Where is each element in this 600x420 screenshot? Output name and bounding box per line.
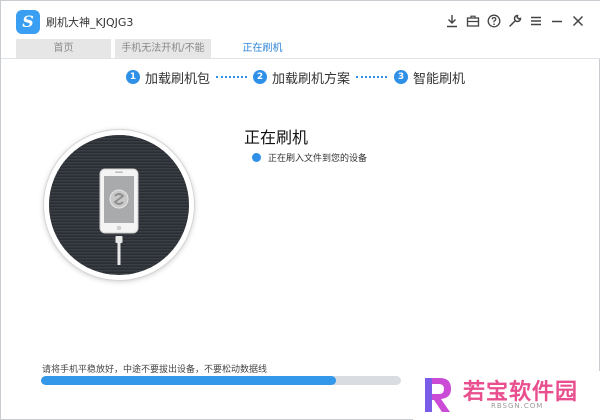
step-1-number: 1 [126,70,140,84]
step-3: 3 智能刷机 [394,68,466,87]
phone-illustration-background [49,135,189,275]
tab-home[interactable]: 首页 [16,39,111,59]
watermark-url: RBSGN.COM [491,402,544,410]
step-1-label: 加载刷机包 [145,71,211,87]
status-text: 正在刷入文件到您的设备 [268,154,368,164]
help-icon[interactable] [486,13,502,29]
briefcase-icon[interactable] [465,13,481,29]
step-3-number: 3 [394,70,408,84]
progress-bar [41,376,401,385]
watermark: 若宝软件园 RBSGN.COM [413,371,600,420]
step-2-number: 2 [253,70,267,84]
tab-bar: 首页 手机无法开机/不能 正在刷机 [1,39,600,59]
step-connector-2 [356,76,387,78]
status-indicator [252,153,261,162]
step-2-label: 加载刷机方案 [272,71,351,87]
minimize-icon[interactable] [549,13,565,29]
app-title: 刷机大神_KJQJG3 [46,16,134,29]
phone-illustration [44,130,194,280]
watermark-logo-icon [425,378,451,412]
wrench-icon[interactable] [507,13,523,29]
menu-icon[interactable] [528,13,544,29]
app-logo: S [16,10,40,34]
hint-text: 请将手机平稳放好，中途不要拔出设备，不要松动数据线 [42,365,268,375]
step-1: 1 加载刷机包 [126,68,211,87]
progress-fill [41,376,337,385]
close-icon[interactable] [570,13,586,29]
phone-flashing-icon [49,135,189,275]
step-connector-1 [216,76,247,78]
tab-flashing[interactable]: 正在刷机 [215,39,310,59]
download-icon[interactable] [444,13,460,29]
title-bar: S 刷机大神_KJQJG3 [1,1,600,41]
page-title: 正在刷机 [244,128,309,147]
tab-cannot-boot[interactable]: 手机无法开机/不能 [115,39,211,59]
step-3-label: 智能刷机 [413,71,466,87]
app-window: S 刷机大神_KJQJG3 首页 手机无法开机/不能 正在刷机 1 加载刷机包 … [0,0,600,420]
step-2: 2 加载刷机方案 [253,68,351,87]
tab-divider [1,58,600,59]
